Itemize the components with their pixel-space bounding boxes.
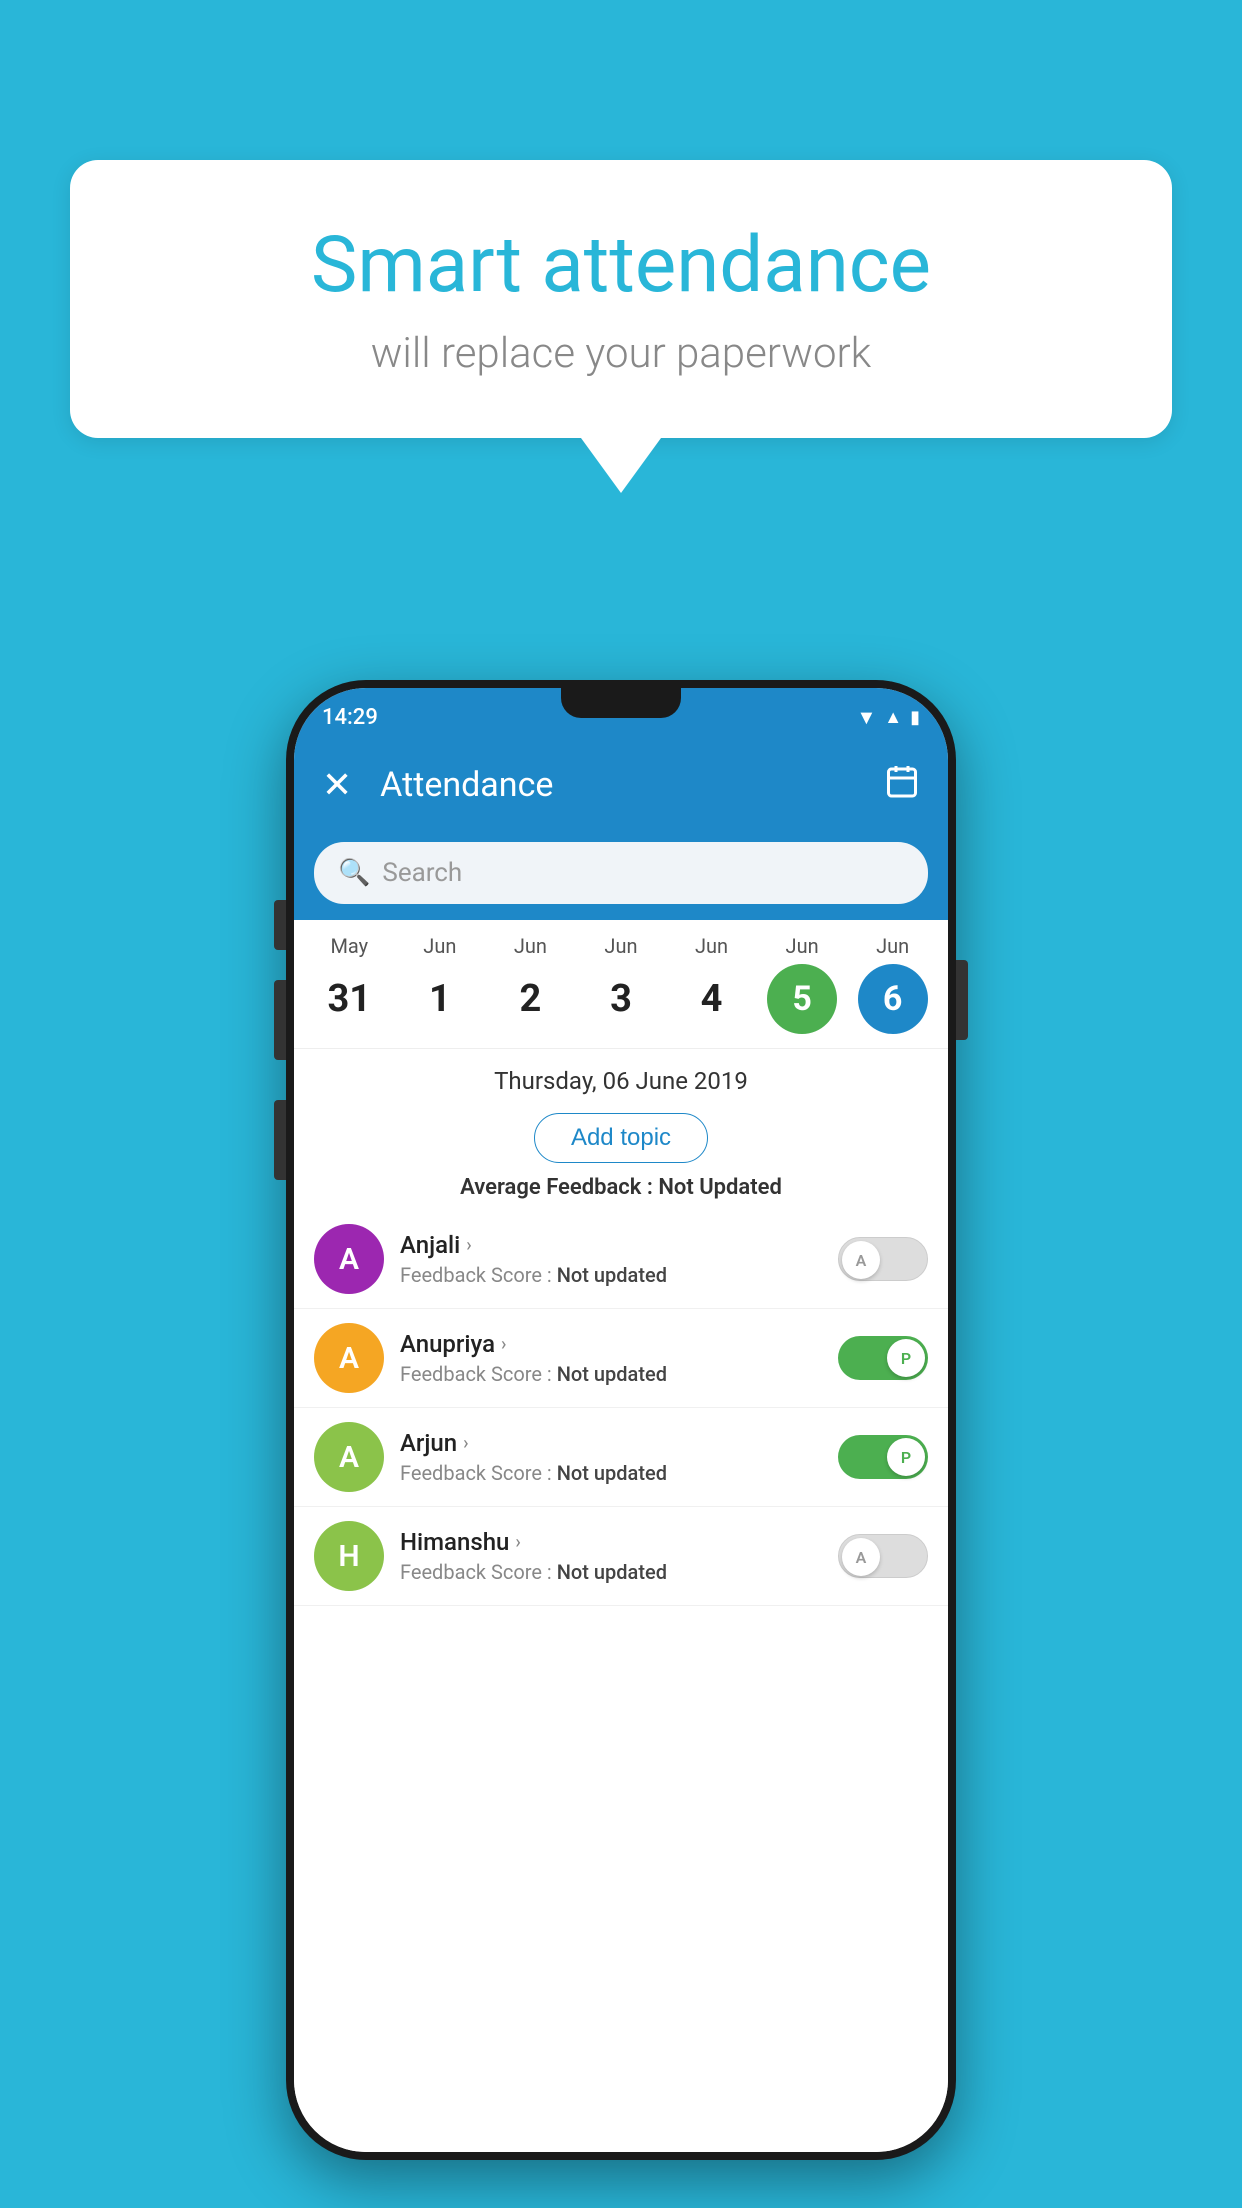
phone-notch [561,688,681,718]
chevron-icon-anjali: › [466,1235,471,1256]
student-feedback-anupriya: Feedback Score : Not updated [400,1362,822,1386]
toggle-track-anjali: A [838,1237,928,1281]
avatar-himanshu: H [314,1521,384,1591]
date-month-6: Jun [876,934,909,958]
toggle-anupriya[interactable]: P [838,1336,928,1380]
date-col-4[interactable]: Jun 4 [677,934,747,1034]
student-info-anjali: Anjali › Feedback Score : Not updated [400,1231,822,1287]
chevron-icon-himanshu: › [515,1532,520,1553]
date-month-0: May [330,934,368,958]
toggle-thumb-himanshu: A [842,1538,880,1576]
date-num-3: 3 [586,964,656,1034]
speech-bubble-title: Smart attendance [130,220,1112,311]
avg-feedback-value: Not Updated [658,1175,782,1200]
chevron-icon-arjun: › [463,1433,468,1454]
toggle-track-anupriya: P [838,1336,928,1380]
volume-down-button [274,1100,286,1180]
speech-bubble-container: Smart attendance will replace your paper… [70,160,1172,493]
date-col-5[interactable]: Jun 5 [767,934,837,1034]
search-icon: 🔍 [338,858,370,888]
date-month-2: Jun [514,934,547,958]
search-placeholder: Search [382,858,462,888]
date-month-5: Jun [786,934,819,958]
phone-screen: 14:29 ▼ ▲ ▮ ✕ Attendance [294,688,948,2152]
date-row: May 31 Jun 1 Jun 2 Jun 3 [304,934,938,1034]
volume-silent-button [274,900,286,950]
student-name-arjun: Arjun › [400,1429,822,1457]
date-num-5: 5 [767,964,837,1034]
toggle-anjali[interactable]: A [838,1237,928,1281]
phone-container: 14:29 ▼ ▲ ▮ ✕ Attendance [286,680,956,2160]
date-col-6[interactable]: Jun 6 [858,934,928,1034]
battery-icon: ▮ [910,707,920,728]
status-icons: ▼ ▲ ▮ [856,705,920,730]
signal-icon: ▲ [884,707,902,728]
power-button [956,960,968,1040]
date-col-3[interactable]: Jun 3 [586,934,656,1034]
avatar-anjali: A [314,1224,384,1294]
toggle-himanshu[interactable]: A [838,1534,928,1578]
date-col-0[interactable]: May 31 [314,934,384,1034]
add-topic-button[interactable]: Add topic [534,1113,708,1163]
search-bar-container: 🔍 Search [294,830,948,920]
calendar-icon[interactable] [884,763,920,807]
date-month-4: Jun [695,934,728,958]
volume-up-button [274,980,286,1060]
student-item-anjali[interactable]: A Anjali › Feedback Score : Not updated [294,1210,948,1309]
toggle-thumb-anupriya: P [887,1339,925,1377]
student-item-anupriya[interactable]: A Anupriya › Feedback Score : Not update… [294,1309,948,1408]
date-num-2: 2 [495,964,565,1034]
speech-bubble-subtitle: will replace your paperwork [130,329,1112,378]
status-time: 14:29 [322,705,378,730]
calendar-section: May 31 Jun 1 Jun 2 Jun 3 [294,920,948,1049]
selected-date: Thursday, 06 June 2019 [294,1049,948,1105]
student-name-anupriya: Anupriya › [400,1330,822,1358]
student-feedback-arjun: Feedback Score : Not updated [400,1461,822,1485]
date-num-6: 6 [858,964,928,1034]
average-feedback: Average Feedback : Not Updated [294,1175,948,1200]
toggle-thumb-arjun: P [887,1438,925,1476]
student-info-arjun: Arjun › Feedback Score : Not updated [400,1429,822,1485]
date-month-1: Jun [423,934,456,958]
student-info-anupriya: Anupriya › Feedback Score : Not updated [400,1330,822,1386]
date-num-0: 31 [314,964,384,1034]
student-item-himanshu[interactable]: H Himanshu › Feedback Score : Not update… [294,1507,948,1606]
search-bar[interactable]: 🔍 Search [314,842,928,904]
wifi-icon: ▼ [856,705,876,730]
speech-bubble: Smart attendance will replace your paper… [70,160,1172,438]
student-name-himanshu: Himanshu › [400,1528,822,1556]
student-list: A Anjali › Feedback Score : Not updated [294,1210,948,2152]
student-feedback-himanshu: Feedback Score : Not updated [400,1560,822,1584]
date-col-1[interactable]: Jun 1 [405,934,475,1034]
student-feedback-anjali: Feedback Score : Not updated [400,1263,822,1287]
close-button[interactable]: ✕ [322,764,352,806]
avg-feedback-label: Average Feedback : [460,1175,658,1200]
date-month-3: Jun [604,934,637,958]
speech-bubble-tail [581,438,661,493]
avatar-arjun: A [314,1422,384,1492]
phone-frame: 14:29 ▼ ▲ ▮ ✕ Attendance [286,680,956,2160]
chevron-icon-anupriya: › [501,1334,506,1355]
app-bar: ✕ Attendance [294,740,948,830]
student-item-arjun[interactable]: A Arjun › Feedback Score : Not updated [294,1408,948,1507]
toggle-arjun[interactable]: P [838,1435,928,1479]
attendance-content: Thursday, 06 June 2019 Add topic Average… [294,1049,948,2152]
student-info-himanshu: Himanshu › Feedback Score : Not updated [400,1528,822,1584]
date-num-1: 1 [405,964,475,1034]
avatar-anupriya: A [314,1323,384,1393]
toggle-track-arjun: P [838,1435,928,1479]
toggle-track-himanshu: A [838,1534,928,1578]
student-name-anjali: Anjali › [400,1231,822,1259]
toggle-thumb-anjali: A [842,1241,880,1279]
app-bar-title: Attendance [380,765,884,805]
date-num-4: 4 [677,964,747,1034]
date-col-2[interactable]: Jun 2 [495,934,565,1034]
